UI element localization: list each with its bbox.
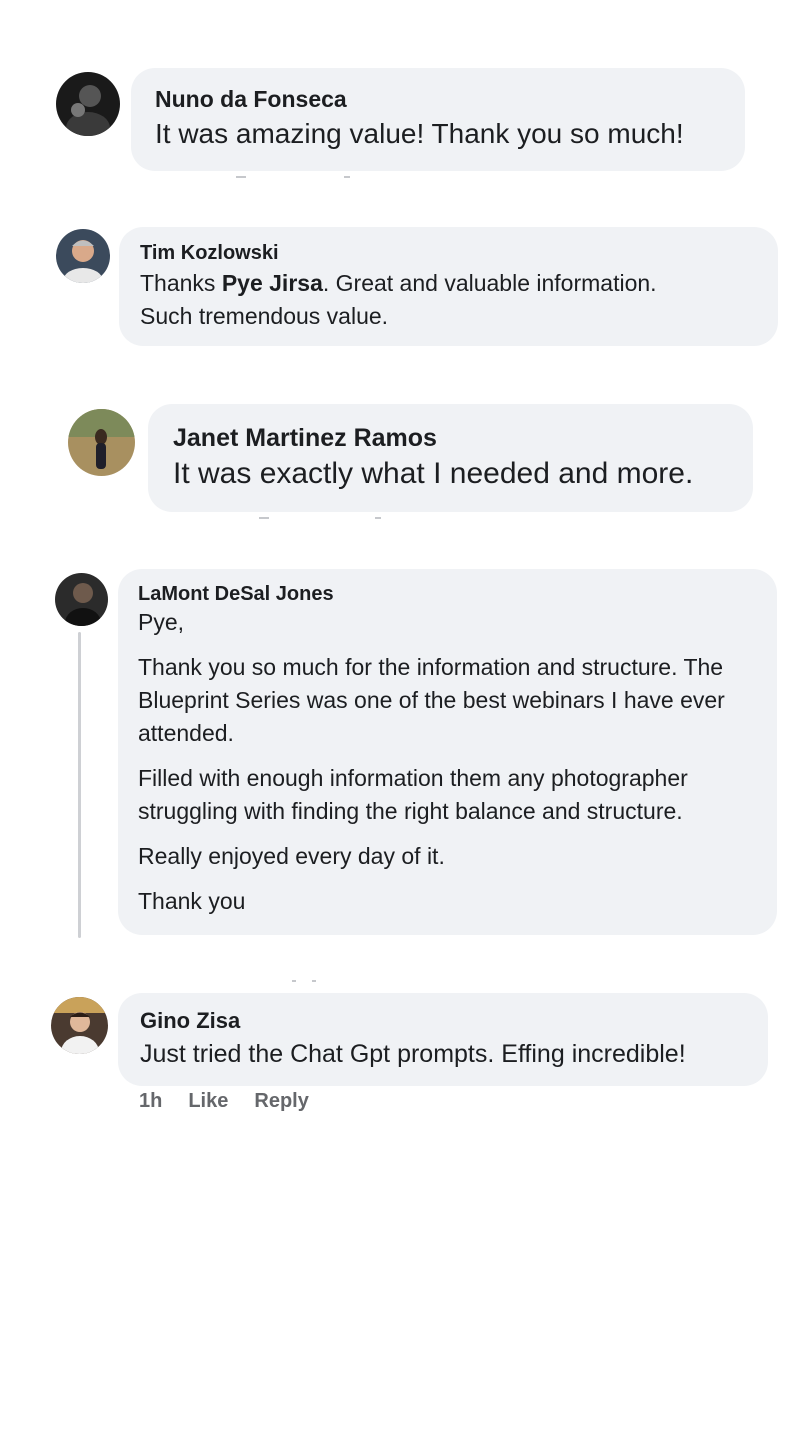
comment-actions: 1h Like Reply [139, 1090, 335, 1113]
divider [312, 980, 316, 982]
comment-paragraph: Filled with enough information them any … [138, 765, 688, 824]
comment-bubble: LaMont DeSal Jones Pye, Thank you so muc… [118, 569, 777, 935]
avatar[interactable] [68, 409, 135, 476]
divider [236, 176, 246, 178]
divider [259, 517, 269, 519]
divider [375, 517, 381, 519]
comment-paragraph: Pye, [138, 609, 185, 635]
comment-paragraph: Thank you [138, 888, 246, 914]
comment-bubble: Tim Kozlowski Thanks Pye Jirsa. Great an… [119, 227, 778, 346]
comment-paragraph: Thank you so much for the information an… [138, 654, 725, 746]
comment-author[interactable]: Janet Martinez Ramos [173, 423, 729, 453]
comment-paragraph: Really enjoyed every day of it. [138, 843, 445, 869]
avatar[interactable] [55, 573, 108, 626]
reply-button[interactable]: Reply [254, 1090, 308, 1112]
avatar[interactable] [56, 72, 120, 136]
like-button[interactable]: Like [188, 1090, 228, 1112]
comment-text-start: Thanks [140, 270, 222, 296]
comment-bubble: Nuno da Fonseca It was amazing value! Th… [131, 68, 745, 171]
comment-text-line: Such tremendous value. [140, 303, 389, 329]
comment-text: It was amazing value! Thank you so much! [155, 118, 684, 149]
comment-bubble: Gino Zisa Just tried the Chat Gpt prompt… [118, 993, 768, 1086]
mention-link[interactable]: Pye Jirsa [222, 270, 323, 296]
comment-text: It was exactly what I needed and more. [173, 457, 694, 490]
thread-line [78, 632, 81, 938]
comment-text: Thanks Pye Jirsa. Great and valuable inf… [140, 267, 756, 333]
comment-author[interactable]: Nuno da Fonseca [155, 85, 721, 113]
avatar[interactable] [51, 997, 108, 1054]
comment-text: Just tried the Chat Gpt prompts. Effing … [140, 1040, 686, 1068]
comment-text-end: . Great and valuable information. [322, 270, 657, 296]
comment-author[interactable]: Gino Zisa [140, 1008, 746, 1034]
avatar[interactable] [56, 229, 110, 283]
divider [292, 980, 296, 982]
comment-author[interactable]: LaMont DeSal Jones [138, 582, 757, 606]
comment-bubble: Janet Martinez Ramos It was exactly what… [148, 404, 753, 512]
divider [344, 176, 350, 178]
comment-text: Pye, Thank you so much for the informati… [138, 606, 757, 918]
comment-timestamp[interactable]: 1h [139, 1090, 162, 1112]
comment-author[interactable]: Tim Kozlowski [140, 241, 756, 265]
